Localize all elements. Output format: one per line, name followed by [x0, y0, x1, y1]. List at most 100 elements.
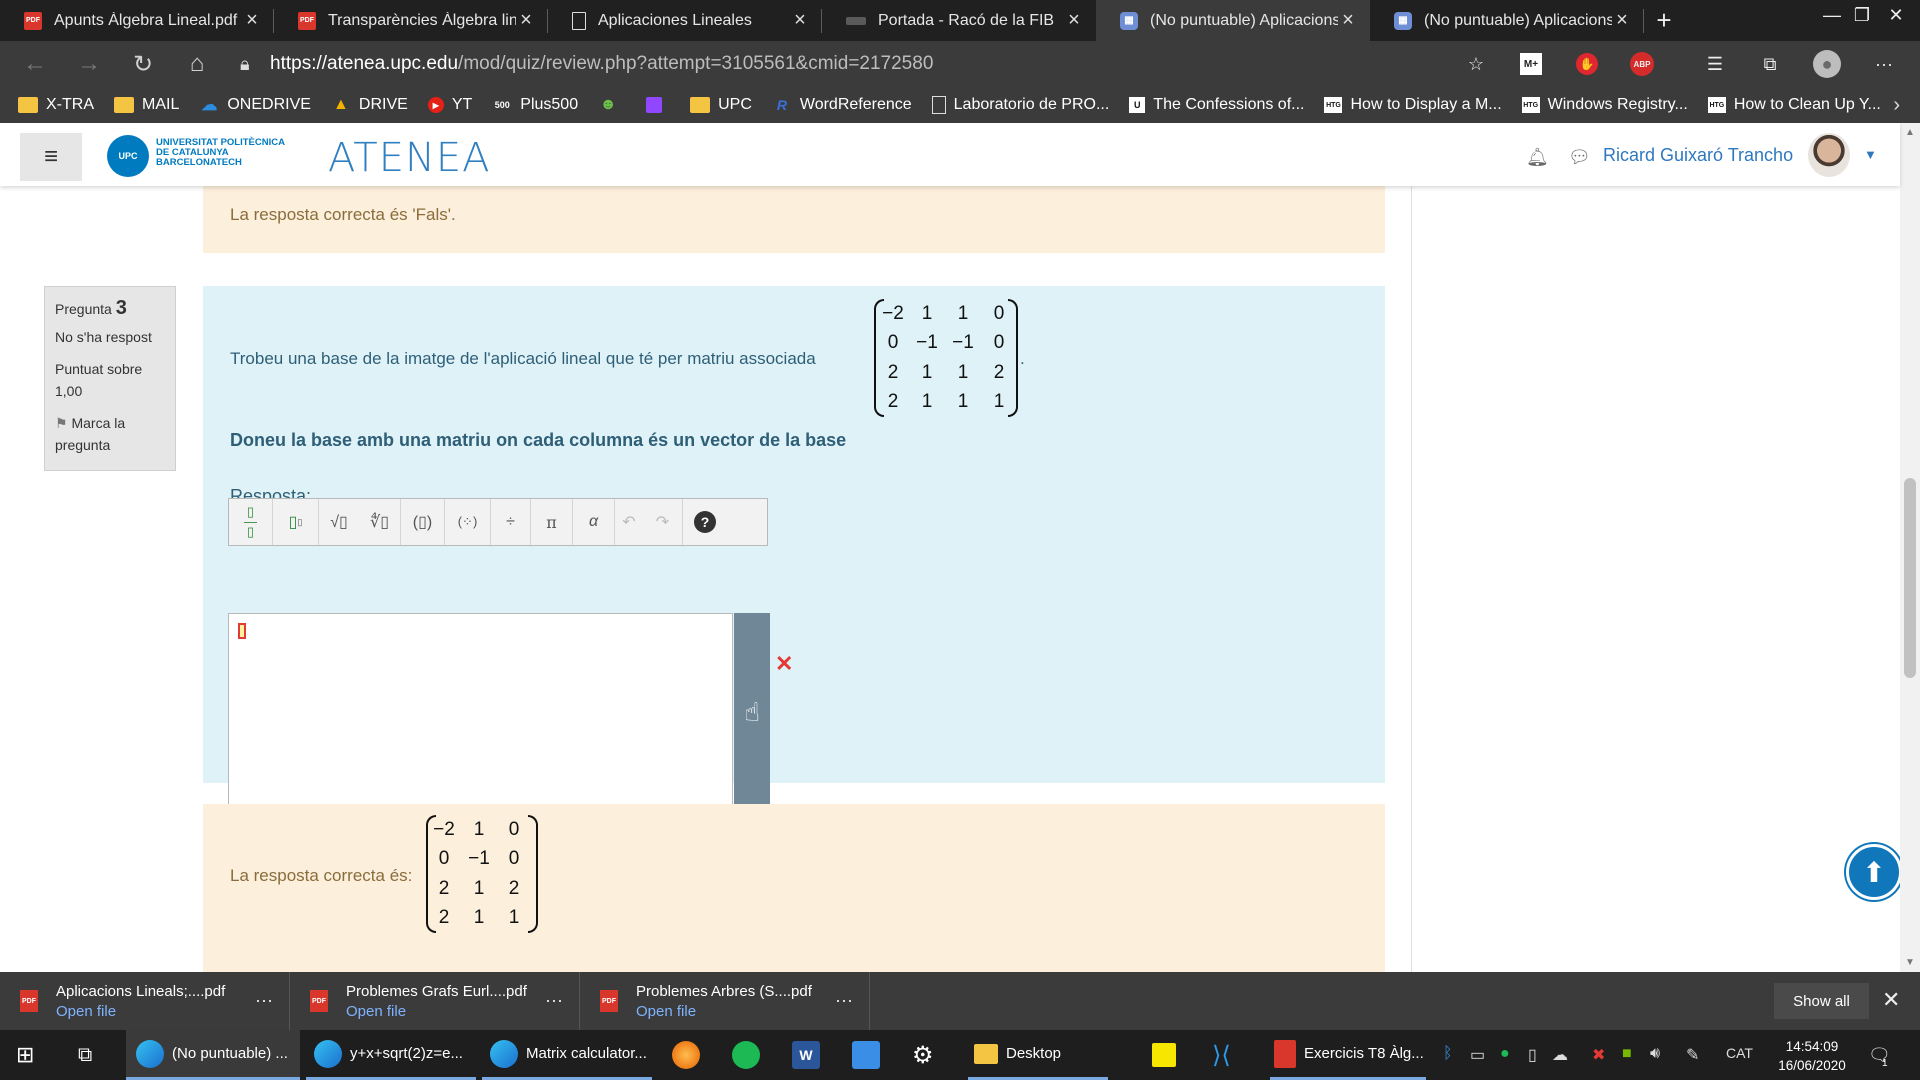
tab-apunts[interactable]: PDF Apunts Àlgebra Lineal.pdf ×	[0, 0, 274, 41]
vscode-icon[interactable]: ⟩⟨	[1212, 1030, 1231, 1080]
close-icon[interactable]: ×	[1338, 9, 1358, 32]
windows-start-icon[interactable]: ⊞	[16, 1030, 34, 1080]
bookmark-drive[interactable]: ▲ DRIVE	[331, 96, 408, 114]
divide-button[interactable]: ÷	[491, 499, 531, 545]
download-item[interactable]: PDF Problemes Arbres (S....pdf Open file …	[580, 972, 870, 1030]
taskbar-item-pdf[interactable]: Exercicis T8 Àlg...	[1270, 1030, 1426, 1080]
back-icon[interactable]: ←	[8, 41, 62, 87]
window-close-icon[interactable]: ✕	[1866, 0, 1920, 30]
bookmark-upc[interactable]: UPC	[690, 96, 752, 114]
pi-button[interactable]: π	[531, 499, 573, 545]
nth-root-button[interactable]: ∜▯	[359, 499, 401, 545]
scroll-down-arrow-icon[interactable]: ▼	[1900, 957, 1920, 968]
taskbar-item-edge-quiz[interactable]: (No puntuable) ...	[126, 1030, 300, 1080]
taskbar-item-sticky-notes[interactable]	[1152, 1030, 1184, 1080]
pen-icon[interactable]: ✎	[1686, 1045, 1699, 1065]
greek-alpha-button[interactable]: α	[573, 499, 615, 545]
new-tab-button[interactable]: +	[1644, 0, 1684, 41]
spotify-tray-icon[interactable]: ●	[1500, 1045, 1510, 1063]
user-name[interactable]: Ricard Guixaró Trancho	[1603, 145, 1793, 166]
bookmark-onedrive[interactable]: ☁ ONEDRIVE	[199, 96, 311, 114]
superscript-button[interactable]: ▯ ▯	[273, 499, 319, 545]
hamburger-menu-button[interactable]: ≡	[20, 133, 82, 181]
chevron-down-icon[interactable]: ▼	[1864, 147, 1877, 162]
adblock-icon[interactable]: ✋	[1576, 53, 1598, 75]
bookmark-plus500[interactable]: 500 Plus500	[492, 96, 578, 114]
redo-icon[interactable]: ↷	[643, 499, 683, 545]
download-item[interactable]: PDF Aplicacions Lineals;....pdf Open file…	[0, 972, 290, 1030]
collections-icon[interactable]: ⧉	[1756, 50, 1784, 78]
bookmark-confessions[interactable]: U The Confessions of...	[1129, 96, 1304, 114]
task-view-icon[interactable]: ⧉	[78, 1030, 92, 1080]
vertical-scrollbar[interactable]: ▲ ▼	[1900, 123, 1920, 972]
more-menu-icon[interactable]: ···	[1870, 50, 1898, 78]
fraction-button[interactable]: ▯ — ▯	[229, 499, 273, 545]
bookmark-htg-2[interactable]: HTG Windows Registry...	[1521, 96, 1688, 114]
parentheses-button[interactable]: (▯)	[401, 499, 445, 545]
bookmark-xtra[interactable]: X-TRA	[18, 96, 94, 114]
forward-icon[interactable]: →	[62, 41, 116, 87]
taskbar-item-word[interactable]: W	[792, 1030, 828, 1080]
open-file-link[interactable]: Open file	[346, 1003, 527, 1020]
onedrive-tray-icon[interactable]: ☁	[1552, 1045, 1568, 1065]
upc-logo[interactable]: UPC	[107, 135, 149, 177]
bookmark-yt[interactable]: ▶ YT	[427, 96, 472, 114]
scrollbar-thumb[interactable]	[1904, 478, 1916, 678]
more-icon[interactable]: ···	[545, 990, 563, 1011]
sqrt-button[interactable]: √▯	[319, 499, 359, 545]
taskbar-item-edge-3[interactable]: Matrix calculator...	[482, 1030, 652, 1080]
antivirus-icon[interactable]: ✖	[1592, 1045, 1605, 1065]
bookmark-alien[interactable]: ☻	[598, 96, 626, 113]
address-bar[interactable]: 🔒︎ https://atenea.upc.edu/mod/quiz/revie…	[240, 46, 1475, 82]
reading-list-icon[interactable]: ☰	[1701, 50, 1729, 78]
refresh-icon[interactable]: ↻	[116, 41, 170, 87]
more-icon[interactable]: ···	[255, 990, 273, 1011]
taskbar-item-desktop[interactable]: Desktop	[968, 1030, 1108, 1080]
open-file-link[interactable]: Open file	[56, 1003, 225, 1020]
settings-gear-icon[interactable]: ⚙	[912, 1030, 934, 1080]
handwriting-toggle-button[interactable]: ☝︎	[734, 613, 770, 811]
atenea-logo[interactable]: ATENEA	[328, 135, 491, 181]
bookmark-mail[interactable]: MAIL	[114, 96, 179, 114]
more-icon[interactable]: ···	[835, 990, 853, 1011]
show-all-button[interactable]: Show all	[1774, 983, 1869, 1019]
volume-icon[interactable]: 🔊︎	[1650, 1045, 1660, 1063]
tab-aplicaciones[interactable]: Aplicaciones Lineales ×	[548, 0, 822, 41]
home-icon[interactable]: ⌂	[170, 41, 224, 87]
avatar[interactable]	[1808, 133, 1850, 177]
abp-icon[interactable]: ABP	[1630, 52, 1654, 76]
chat-icon[interactable]: 💬︎	[1568, 147, 1591, 168]
close-icon[interactable]: ×	[1612, 9, 1632, 32]
download-item[interactable]: PDF Problemes Grafs Eurl....pdf Open file…	[290, 972, 580, 1030]
bookmark-wordreference[interactable]: R WordReference	[772, 96, 912, 114]
scroll-to-top-button[interactable]: ⬆	[1846, 844, 1900, 900]
bell-icon[interactable]: 🔔︎	[1526, 147, 1549, 168]
close-icon[interactable]: ×	[790, 9, 810, 32]
bookmark-htg-1[interactable]: HTG How to Display a M...	[1324, 96, 1502, 114]
scroll-up-arrow-icon[interactable]: ▲	[1900, 127, 1920, 138]
open-file-link[interactable]: Open file	[636, 1003, 812, 1020]
usb-icon[interactable]: ▯	[1528, 1045, 1537, 1065]
bookmark-htg-3[interactable]: HTG How to Clean Up Y...	[1707, 96, 1881, 114]
language-indicator[interactable]: CAT	[1726, 1045, 1753, 1061]
close-icon[interactable]: ✕	[1882, 987, 1900, 1013]
matrix-button[interactable]: (⁘)	[445, 499, 491, 545]
taskbar-item-spotify[interactable]	[732, 1030, 768, 1080]
undo-icon[interactable]: ↶	[615, 499, 643, 545]
close-icon[interactable]: ×	[516, 9, 536, 32]
chevron-right-icon[interactable]: ›	[1893, 94, 1900, 117]
help-icon[interactable]: ?	[683, 499, 727, 545]
bluetooth-icon[interactable]: ᛒ	[1443, 1045, 1453, 1063]
taskbar-item-edge-2[interactable]: y+x+sqrt(2)z=e...	[306, 1030, 476, 1080]
network-icon[interactable]: ▭	[1470, 1045, 1485, 1065]
tab-quiz[interactable]: ▦ (No puntuable) Aplicacions l ×	[1370, 0, 1644, 41]
taskbar-item-contacts[interactable]	[852, 1030, 888, 1080]
tab-transparencies[interactable]: PDF Transparències Àlgebra lineal ×	[274, 0, 548, 41]
nvidia-icon[interactable]: ■	[1622, 1045, 1632, 1063]
bookmark-twitch[interactable]	[646, 97, 670, 113]
profile-icon[interactable]: ●	[1813, 50, 1841, 78]
flag-question-link[interactable]: ⚑ Marca la pregunta	[55, 412, 165, 456]
mendeley-icon[interactable]: M+	[1520, 53, 1542, 75]
bookmark-laboratorio[interactable]: Laboratorio de PRO...	[931, 96, 1109, 114]
clock[interactable]: 14:54:09 16/06/2020	[1772, 1037, 1852, 1075]
